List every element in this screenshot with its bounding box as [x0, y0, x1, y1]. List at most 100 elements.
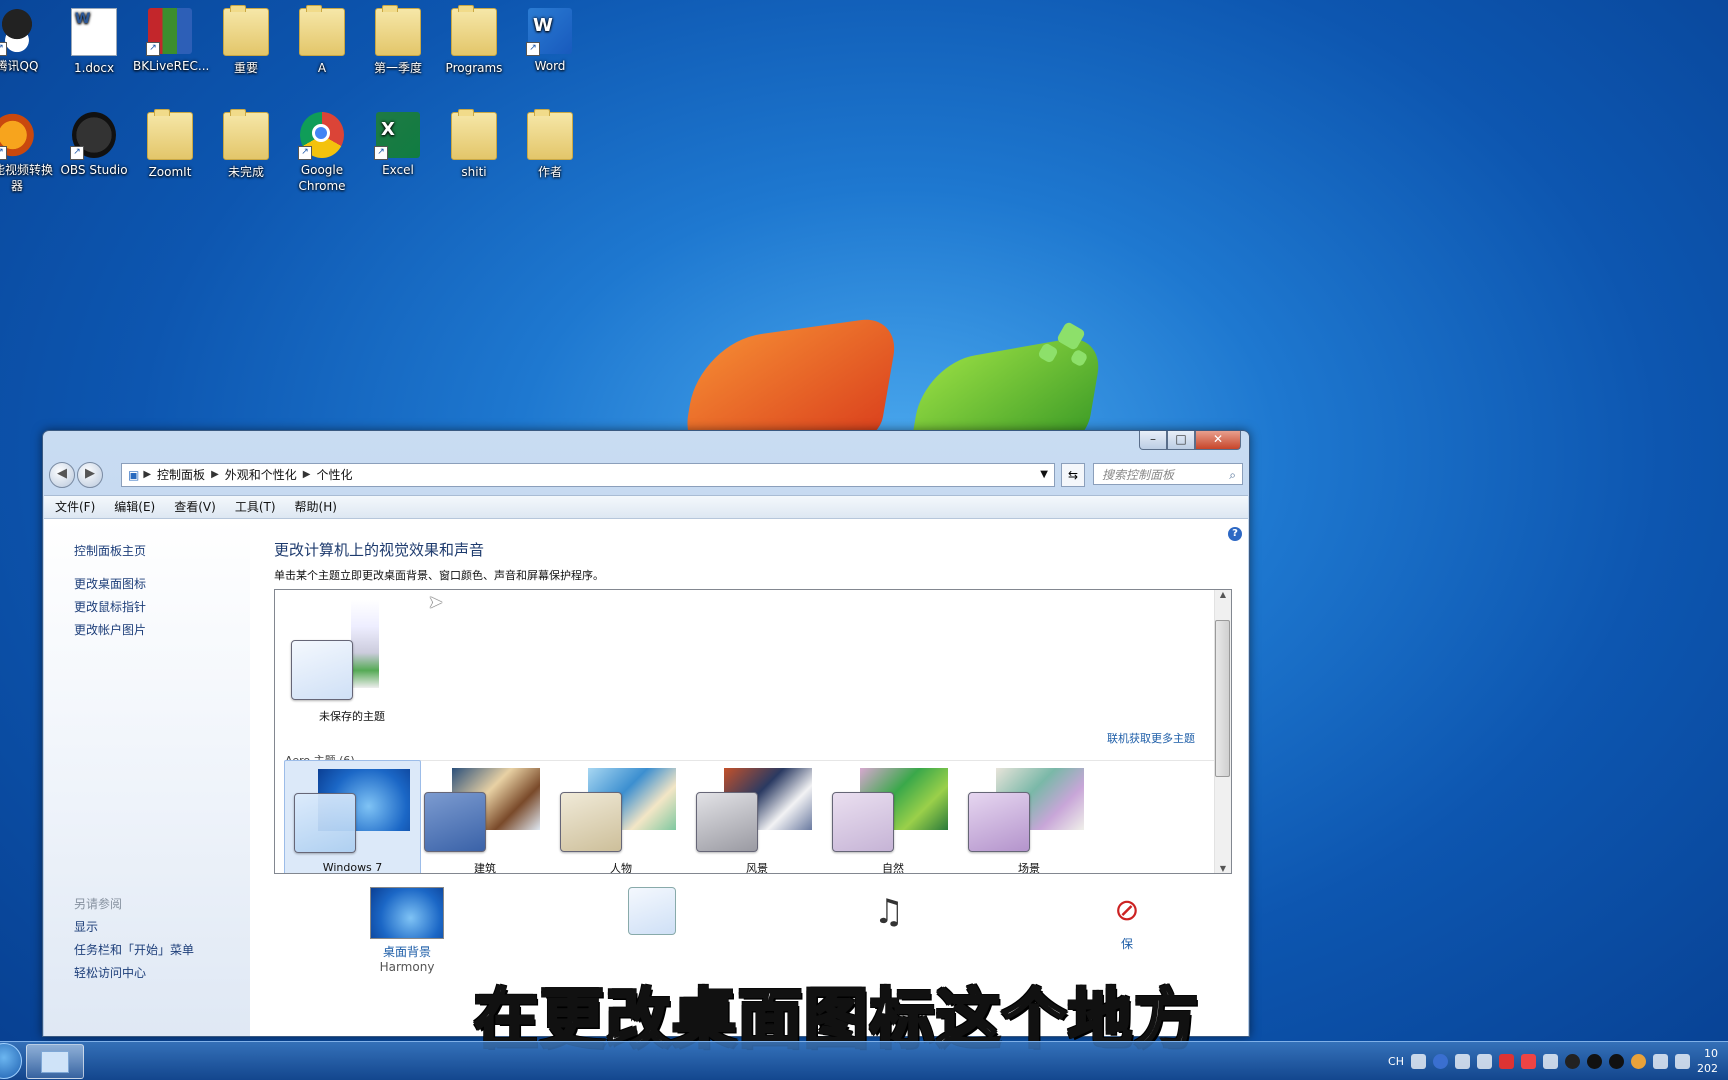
- word-icon: ↗: [526, 8, 572, 56]
- breadcrumb-personalization[interactable]: 个性化: [310, 464, 358, 486]
- display-link[interactable]: 显示: [74, 918, 98, 935]
- theme-scenes[interactable]: 场景: [964, 760, 1094, 873]
- sounds-item[interactable]: ♫: [844, 887, 934, 937]
- help-icon[interactable]: ?: [1228, 527, 1242, 541]
- desktop-icon-zoomit[interactable]: ZoomIt: [133, 109, 207, 180]
- network-icon[interactable]: [1477, 1053, 1492, 1069]
- ease-of-access-link[interactable]: 轻松访问中心: [74, 964, 146, 981]
- page-description: 单击某个主题立即更改桌面背景、窗口颜色、声音和屏幕保护程序。: [274, 569, 604, 582]
- scroll-down-icon[interactable]: ▼: [1215, 864, 1231, 873]
- qq-icon: ↗: [0, 8, 39, 56]
- theme-architecture[interactable]: 建筑: [420, 760, 550, 873]
- menu-tools[interactable]: 工具(T): [224, 496, 284, 518]
- maximize-button[interactable]: □: [1167, 431, 1195, 450]
- theme-caption: 未保存的主题: [319, 710, 385, 723]
- obs-tray-icon[interactable]: [1565, 1053, 1580, 1069]
- desktop-icon-obs[interactable]: ↗ OBS Studio: [57, 112, 131, 178]
- mouse-cursor-icon: ➤: [428, 592, 444, 613]
- desktop-icon-programs[interactable]: Programs: [437, 5, 511, 76]
- desktop-icon-a[interactable]: A: [285, 5, 359, 76]
- breadcrumb-appearance[interactable]: 外观和个性化: [219, 464, 303, 486]
- qq-tray-icon-2[interactable]: [1609, 1053, 1624, 1069]
- desktop-icon-video-converter[interactable]: ↗ 全能视频转换器: [0, 112, 54, 194]
- theme-nature[interactable]: 自然: [828, 760, 958, 873]
- desktop-icon-qq[interactable]: ↗ 腾讯QQ: [0, 8, 54, 74]
- window-color-item[interactable]: [607, 887, 697, 935]
- desktop-icon-excel[interactable]: ↗ Excel: [361, 112, 435, 178]
- desktop-icon-bklive[interactable]: ↗ BKLiveREC...: [133, 8, 210, 74]
- power-icon[interactable]: [1675, 1053, 1690, 1069]
- theme-list-scrollbar[interactable]: ▲ ▼: [1214, 590, 1231, 873]
- menu-edit[interactable]: 编辑(E): [103, 496, 163, 518]
- app-tray-icon[interactable]: [1631, 1053, 1646, 1069]
- monitor-icon[interactable]: [1543, 1053, 1558, 1069]
- settings-tray-icon[interactable]: [1455, 1053, 1470, 1069]
- docx-icon: [71, 8, 117, 56]
- folder-icon: [299, 5, 345, 56]
- desktop-icon-label: 作者: [537, 165, 562, 179]
- desktop-icon-label: BKLiveREC...: [133, 59, 210, 73]
- desktop-icon-1docx[interactable]: 1.docx: [57, 8, 131, 76]
- action-center-icon[interactable]: [1499, 1053, 1514, 1069]
- menu-bar: 文件(F) 编辑(E) 查看(V) 工具(T) 帮助(H): [44, 495, 1248, 519]
- desktop-icon-label: ZoomIt: [148, 165, 192, 179]
- converter-icon: ↗: [0, 112, 39, 160]
- search-input[interactable]: 搜索控制面板 ⌕: [1093, 463, 1243, 485]
- desktop-icon-label: Programs: [445, 61, 503, 75]
- change-account-picture-link[interactable]: 更改帐户图片: [74, 621, 146, 638]
- scrollbar-thumb[interactable]: [1215, 620, 1230, 777]
- control-panel-home-link[interactable]: 控制面板主页: [74, 542, 146, 559]
- folder-icon: [223, 5, 269, 56]
- menu-view[interactable]: 查看(V): [163, 496, 224, 518]
- sogou-icon[interactable]: [1521, 1053, 1536, 1069]
- get-more-themes-link[interactable]: 联机获取更多主题: [1107, 730, 1195, 746]
- change-mouse-pointers-link[interactable]: 更改鼠标指针: [74, 598, 146, 615]
- desktop-icon-unfinished[interactable]: 未完成: [209, 109, 283, 180]
- screen-saver-item[interactable]: ⊘ 保: [1082, 887, 1172, 952]
- desktop-icon-label: 全能视频转换器: [0, 163, 53, 193]
- desktop-background-name: Harmony: [379, 960, 435, 974]
- taskbar-control-panel-button[interactable]: [26, 1044, 84, 1079]
- sounds-icon: ♫: [873, 892, 905, 932]
- scroll-up-icon[interactable]: ▲: [1215, 590, 1231, 599]
- forward-button[interactable]: ▶: [77, 462, 103, 488]
- rar-icon: ↗: [146, 8, 192, 56]
- back-button[interactable]: ◀: [49, 462, 75, 488]
- theme-wallpaper-preview: [351, 600, 379, 688]
- breadcrumb-control-panel[interactable]: 控制面板: [151, 464, 211, 486]
- theme-caption: 风景: [746, 862, 768, 874]
- folder-icon: [451, 109, 497, 160]
- desktop-icon-q1[interactable]: 第一季度: [361, 5, 435, 76]
- clock[interactable]: 10 202: [1697, 1046, 1718, 1076]
- close-button[interactable]: ✕: [1195, 431, 1241, 450]
- taskbar-start-menu-link[interactable]: 任务栏和「开始」菜单: [74, 941, 194, 958]
- theme-characters[interactable]: 人物: [556, 760, 686, 873]
- desktop-icon-shiti[interactable]: shiti: [437, 109, 511, 180]
- qq-tray-icon[interactable]: [1587, 1053, 1602, 1069]
- menu-help[interactable]: 帮助(H): [284, 496, 345, 518]
- change-desktop-icons-link[interactable]: 更改桌面图标: [74, 575, 146, 592]
- menu-file[interactable]: 文件(F): [44, 496, 103, 518]
- minimize-button[interactable]: –: [1139, 431, 1167, 450]
- keyboard-icon[interactable]: [1411, 1053, 1426, 1069]
- desktop-icon-word[interactable]: ↗ Word: [513, 8, 587, 74]
- refresh-button[interactable]: ⇆: [1061, 463, 1085, 487]
- desktop-background-item[interactable]: 桌面背景 Harmony: [362, 887, 452, 974]
- desktop-icon-zhongyao[interactable]: 重要: [209, 5, 283, 76]
- desktop-icon-author[interactable]: 作者: [513, 109, 587, 180]
- theme-windows7[interactable]: Windows 7: [284, 760, 421, 873]
- volume-icon[interactable]: [1653, 1053, 1668, 1069]
- address-dropdown-icon[interactable]: ▼: [1040, 464, 1054, 486]
- desktop-icon-chrome[interactable]: ↗ Google Chrome: [285, 112, 359, 194]
- search-icon[interactable]: ⌕: [1229, 464, 1236, 486]
- theme-window-preview: [832, 792, 894, 852]
- theme-unsaved[interactable]: 未保存的主题: [287, 600, 417, 724]
- address-bar[interactable]: ▣ ▶ 控制面板 ▶ 外观和个性化 ▶ 个性化 ▼: [121, 463, 1055, 487]
- theme-landscapes[interactable]: 风景: [692, 760, 822, 874]
- help-tray-icon[interactable]: [1433, 1053, 1448, 1069]
- input-language[interactable]: CH: [1388, 1055, 1404, 1068]
- start-button[interactable]: [0, 1043, 22, 1079]
- desktop-icon-label: 腾讯QQ: [0, 59, 39, 73]
- chrome-icon: ↗: [298, 112, 344, 160]
- desktop-icon-label: OBS Studio: [60, 163, 128, 177]
